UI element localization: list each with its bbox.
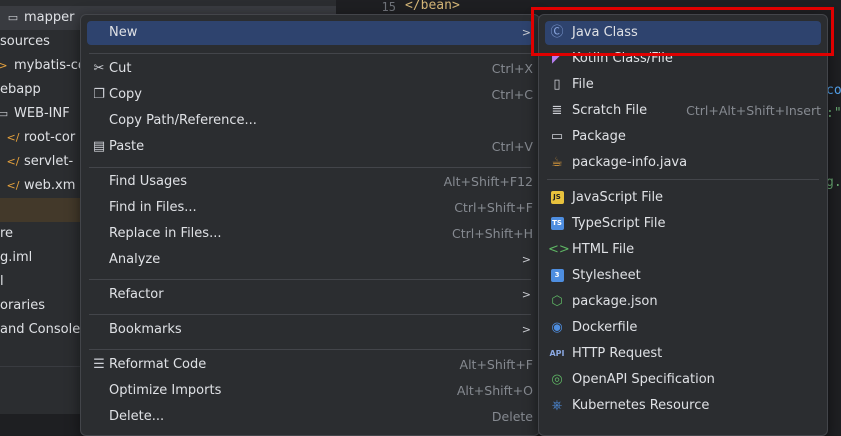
- package-icon: ▭: [550, 129, 564, 144]
- css-icon: 3: [548, 264, 566, 288]
- tree-item-web-xml[interactable]: </web.xm: [6, 174, 76, 198]
- xml-icon: </: [6, 131, 20, 144]
- menu-separator: [89, 314, 531, 315]
- menu-separator: [89, 167, 531, 168]
- scissors-icon: ✂: [93, 61, 105, 76]
- menu-item-analyze[interactable]: Analyze >: [87, 248, 533, 272]
- nodejs-icon: ⬡: [551, 294, 563, 309]
- openapi-icon: ◎: [551, 372, 563, 387]
- menu-item-reformat-code[interactable]: ☰ Reformat Code Alt+Shift+F: [87, 353, 533, 377]
- submenu-item-file[interactable]: ▯ File: [545, 73, 821, 97]
- chevron-right-icon: >: [521, 26, 531, 39]
- file-icon: ▯: [553, 77, 561, 92]
- tree-item-re[interactable]: re: [0, 222, 13, 246]
- menu-item-optimize-imports[interactable]: Optimize Imports Alt+Shift+O: [87, 379, 533, 403]
- tree-item-resources[interactable]: sources: [0, 30, 50, 54]
- xml-icon: >: [0, 59, 8, 72]
- package-info-icon: ☕: [551, 155, 563, 170]
- submenu-item-html-file[interactable]: <> HTML File: [545, 238, 821, 262]
- menu-item-find-in-files[interactable]: Find in Files... Ctrl+Shift+F: [87, 196, 533, 220]
- submenu-item-package-json[interactable]: ⬡ package.json: [545, 290, 821, 314]
- submenu-separator: [547, 179, 819, 180]
- submenu-item-package-info[interactable]: ☕ package-info.java: [545, 151, 821, 175]
- folder-icon: ▭: [0, 107, 9, 120]
- menu-item-find-usages[interactable]: Find Usages Alt+Shift+F12: [87, 170, 533, 194]
- xml-icon: </: [6, 155, 20, 168]
- api-icon: API: [549, 349, 565, 358]
- docker-icon: ◉: [551, 320, 563, 335]
- menu-separator: [89, 279, 531, 280]
- tree-item-scratches-console[interactable]: and Console: [0, 318, 80, 342]
- submenu-item-stylesheet[interactable]: 3 Stylesheet: [545, 264, 821, 288]
- tree-item-iml[interactable]: g.iml: [0, 246, 32, 270]
- paste-icon: ▤: [92, 139, 106, 154]
- menu-item-copy[interactable]: ❐ Copy Ctrl+C: [87, 83, 533, 107]
- tree-item-servlet-context[interactable]: </servlet-: [6, 150, 74, 174]
- menu-separator: [89, 349, 531, 350]
- submenu-item-kubernetes[interactable]: ⎈ Kubernetes Resource: [545, 394, 821, 418]
- submenu-item-typescript-file[interactable]: TS TypeScript File: [545, 212, 821, 236]
- chevron-right-icon: >: [521, 323, 531, 336]
- code-fragment: g.: [826, 175, 841, 190]
- folder-icon: ▭: [7, 11, 19, 24]
- new-submenu: Ⓒ Java Class ◤ Kotlin Class/File ▯ File …: [538, 14, 828, 436]
- submenu-item-package[interactable]: ▭ Package: [545, 125, 821, 149]
- menu-item-cut[interactable]: ✂ Cut Ctrl+X: [87, 57, 533, 81]
- typescript-icon: TS: [548, 212, 566, 236]
- web-xml-icon: </: [6, 179, 20, 192]
- submenu-item-http-request[interactable]: API HTTP Request: [545, 342, 821, 366]
- context-menu: New > ✂ Cut Ctrl+X ❐ Copy Ctrl+C Copy Pa…: [80, 14, 540, 436]
- submenu-item-openapi[interactable]: ◎ OpenAPI Specification: [545, 368, 821, 392]
- chevron-right-icon: >: [521, 253, 531, 266]
- menu-separator: [89, 53, 531, 54]
- reformat-icon: ☰: [93, 357, 105, 372]
- submenu-item-dockerfile[interactable]: ◉ Dockerfile: [545, 316, 821, 340]
- tree-item-web-inf[interactable]: ▭ WEB-INF: [0, 102, 70, 126]
- copy-icon: ❐: [93, 87, 105, 102]
- menu-item-copy-path[interactable]: Copy Path/Reference...: [87, 109, 533, 133]
- code-fragment: :"m: [826, 106, 841, 121]
- chevron-right-icon: >: [521, 288, 531, 301]
- html-icon: <>: [548, 242, 570, 257]
- tree-item-webapp[interactable]: ebapp: [0, 78, 41, 102]
- menu-item-replace-in-files[interactable]: Replace in Files... Ctrl+Shift+H: [87, 222, 533, 246]
- kubernetes-icon: ⎈: [551, 398, 563, 413]
- menu-item-refactor[interactable]: Refactor >: [87, 283, 533, 307]
- submenu-item-scratch-file[interactable]: ≣ Scratch File Ctrl+Alt+Shift+Insert: [545, 99, 821, 123]
- tree-item-libraries[interactable]: oraries: [0, 294, 45, 318]
- scratch-file-icon: ≣: [551, 103, 563, 118]
- javascript-icon: JS: [548, 186, 566, 210]
- submenu-item-javascript-file[interactable]: JS JavaScript File: [545, 186, 821, 210]
- code-fragment: co: [826, 83, 841, 98]
- menu-item-bookmarks[interactable]: Bookmarks >: [87, 318, 533, 342]
- tree-item-mybatis-config[interactable]: > mybatis-co: [0, 54, 86, 78]
- code-line: </bean>: [405, 0, 460, 13]
- tree-item-l[interactable]: l: [0, 270, 4, 294]
- menu-item-paste[interactable]: ▤ Paste Ctrl+V: [87, 135, 533, 159]
- annotation-highlight-box: [531, 7, 834, 56]
- tree-item-mapper[interactable]: ▭ mapper: [6, 6, 75, 30]
- menu-item-delete[interactable]: Delete... Delete: [87, 405, 533, 429]
- tree-item-root-context[interactable]: </root-cor: [6, 126, 76, 150]
- menu-item-new[interactable]: New >: [87, 21, 533, 45]
